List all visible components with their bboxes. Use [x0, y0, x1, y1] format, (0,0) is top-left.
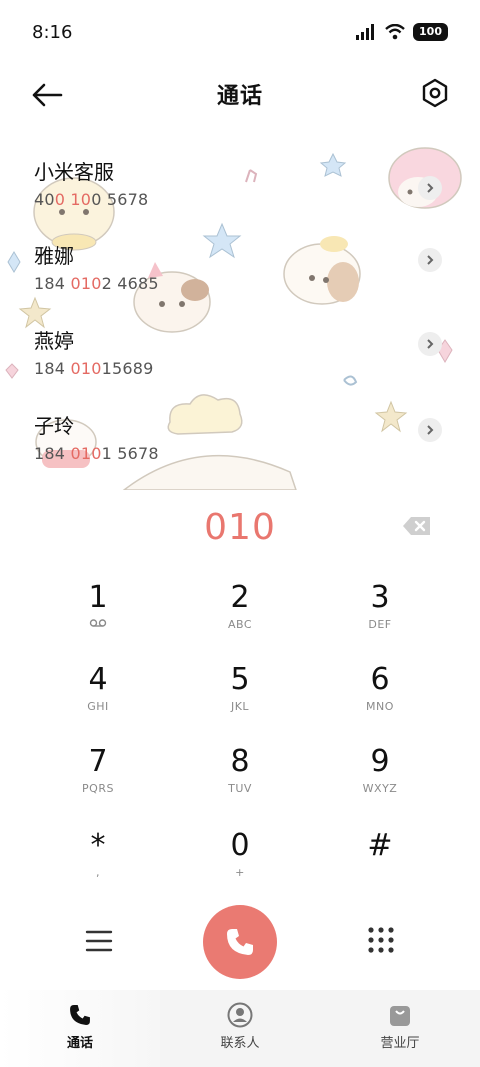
nav-item-store[interactable]: 营业厅 [320, 990, 480, 1067]
store-bag-icon [390, 1006, 410, 1026]
key-letters: + [235, 866, 245, 879]
key-8[interactable]: 8 TUV [170, 742, 310, 820]
key-digit: 7 [88, 744, 108, 779]
signal-icon [356, 24, 375, 40]
key-digit: 2 [230, 580, 250, 615]
key-digit: 9 [370, 744, 390, 779]
key-digit: 4 [88, 662, 108, 697]
nav-item-contacts[interactable]: 联系人 [160, 990, 320, 1067]
chevron-right-icon[interactable] [418, 248, 442, 272]
key-digit: 0 [230, 828, 250, 863]
contact-number: 184 0101 5678 [34, 444, 159, 463]
key-letters: GHI [87, 700, 109, 713]
key-5[interactable]: 5 JKL [170, 660, 310, 738]
keypad: 1 2 ABC 3 DEF 4 GHI 5 JKL 6 MNO 7 PQRS 8… [28, 578, 452, 888]
status-icons: 100 [355, 23, 448, 41]
bottom-nav: 通话 联系人 营业厅 [0, 990, 480, 1067]
dial-display: 010 [0, 495, 480, 559]
back-arrow-icon[interactable] [30, 80, 64, 110]
key-hash[interactable]: # [310, 826, 450, 904]
call-button[interactable] [203, 905, 277, 979]
key-4[interactable]: 4 GHI [28, 660, 168, 738]
voicemail-icon [89, 619, 107, 627]
key-letters: JKL [230, 700, 250, 713]
wifi-icon [385, 24, 405, 40]
key-3[interactable]: 3 DEF [310, 578, 450, 656]
contact-name: 子玲 [34, 414, 74, 438]
page-title: 通话 [216, 84, 263, 109]
key-digit: 6 [370, 662, 390, 697]
key-letters: DEF [368, 618, 392, 631]
chevron-right-icon[interactable] [418, 176, 442, 200]
top-bar: 通话 [0, 64, 480, 124]
key-letters: , [96, 866, 100, 879]
backspace-icon[interactable] [402, 515, 432, 537]
menu-icon[interactable] [84, 928, 114, 954]
contact-name: 小米客服 [34, 160, 114, 184]
dialed-number: 010 [204, 506, 276, 548]
key-letters: TUV [228, 782, 252, 795]
key-digit: 3 [370, 580, 390, 615]
contact-name: 燕婷 [34, 329, 74, 353]
status-time: 8:16 [32, 21, 73, 43]
nav-label: 联系人 [220, 1036, 260, 1051]
nav-label: 营业厅 [380, 1036, 420, 1051]
contact-item[interactable]: 子玲 184 0101 5678 [0, 402, 480, 474]
key-star[interactable]: * , [28, 826, 168, 904]
key-digit: 8 [230, 744, 250, 779]
contact-suggestions: 小米客服 400 100 5678 雅娜 184 0102 4685 燕婷 18… [0, 132, 480, 490]
settings-gear-icon[interactable] [420, 78, 450, 108]
nav-item-calls[interactable]: 通话 [0, 990, 160, 1067]
contact-number: 184 01015689 [34, 359, 154, 378]
contacts-icon [227, 1002, 253, 1028]
contact-number: 184 0102 4685 [34, 274, 159, 293]
phone-handset-icon [227, 929, 253, 955]
phone-icon [70, 1005, 90, 1025]
contact-item[interactable]: 小米客服 400 100 5678 [0, 148, 480, 220]
key-digit: 5 [230, 662, 250, 697]
action-row [0, 900, 480, 984]
contact-item[interactable]: 燕婷 184 01015689 [0, 317, 480, 389]
key-9[interactable]: 9 WXYZ [310, 742, 450, 820]
key-digit: 1 [88, 580, 108, 615]
chevron-right-icon[interactable] [418, 418, 442, 442]
key-2[interactable]: 2 ABC [170, 578, 310, 656]
status-bar: 8:16 100 [0, 0, 480, 64]
chevron-right-icon[interactable] [418, 332, 442, 356]
key-letters: WXYZ [362, 782, 398, 795]
key-letters: PQRS [82, 782, 114, 795]
contact-number: 400 100 5678 [34, 190, 149, 209]
key-7[interactable]: 7 PQRS [28, 742, 168, 820]
dialpad-toggle-icon[interactable] [367, 926, 395, 954]
nav-label: 通话 [66, 1036, 93, 1051]
key-1[interactable]: 1 [28, 578, 168, 656]
key-0[interactable]: 0 + [170, 826, 310, 904]
contact-item[interactable]: 雅娜 184 0102 4685 [0, 232, 480, 304]
key-letters: MNO [366, 700, 394, 713]
key-letters: ABC [227, 618, 253, 631]
battery-indicator: 100 [413, 23, 448, 41]
contact-name: 雅娜 [34, 244, 74, 268]
key-6[interactable]: 6 MNO [310, 660, 450, 738]
key-digit: * [90, 828, 106, 863]
key-digit: # [367, 828, 393, 863]
